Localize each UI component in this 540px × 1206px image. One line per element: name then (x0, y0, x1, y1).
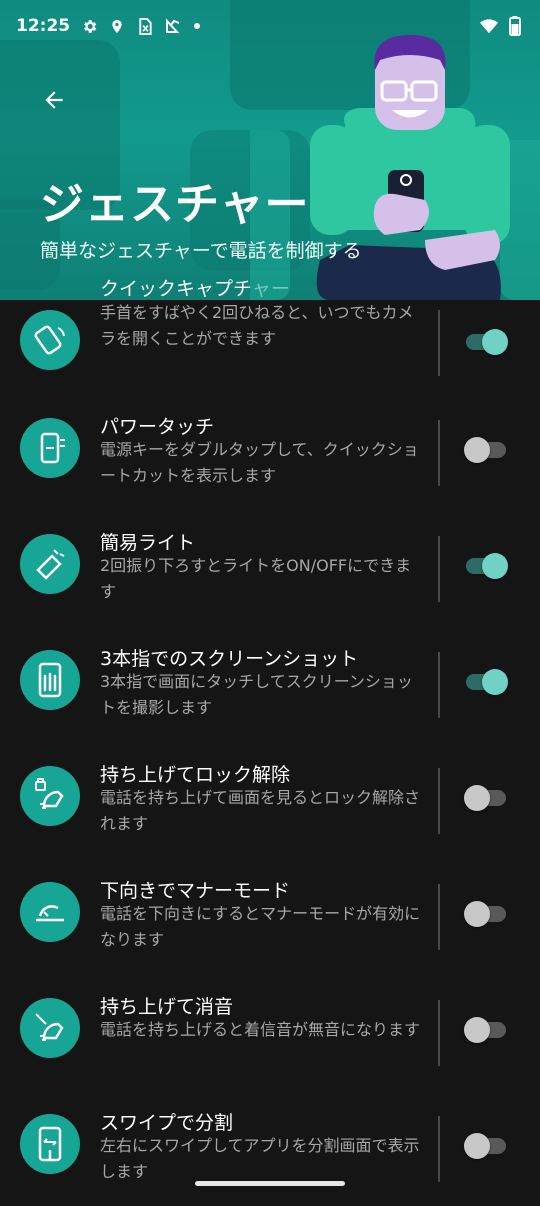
swipe-split-toggle[interactable] (464, 1133, 506, 1159)
gesture-desc: 電源キーをダブルタップして、クイックショートカットを表示します (100, 440, 419, 485)
toggle-knob (482, 553, 508, 579)
three-finger-toggle[interactable] (466, 669, 508, 695)
gesture-row-lift-unlock[interactable]: 持ち上げてロック解除 電話を持ち上げて画面を見るとロック解除されます (0, 742, 540, 858)
gesture-row-three-finger-screenshot[interactable]: 3本指でのスクリーンショット 3本指で画面にタッチしてスクリーンショットを撮影し… (0, 626, 540, 742)
sim-icon (136, 17, 154, 35)
check-card-icon (164, 17, 182, 35)
gesture-title: 持ち上げてロック解除 (100, 764, 291, 786)
gesture-row-power-touch[interactable]: パワータッチ 電源キーをダブルタップして、クイックショートカットを表示します (0, 394, 540, 510)
divider (438, 420, 440, 486)
divider (438, 768, 440, 834)
gesture-title: 持ち上げて消音 (100, 996, 234, 1018)
toggle-knob (464, 1133, 490, 1159)
flip-silence-icon (20, 882, 80, 942)
wifi-icon (480, 17, 498, 35)
dot-icon (194, 23, 201, 29)
lift-mute-icon (20, 998, 80, 1058)
gesture-desc: 2回振り下ろすとライトをON/OFFにできます (100, 556, 412, 601)
divider (438, 1000, 440, 1066)
power-touch-toggle[interactable] (464, 437, 506, 463)
gesture-title: 下向きでマナーモード (100, 880, 291, 902)
divider (438, 884, 440, 950)
lift-unlock-icon (20, 766, 80, 826)
flashlight-chop-icon (20, 534, 80, 594)
gesture-desc: 3本指で画面にタッチしてスクリーンショットを撮影します (100, 672, 413, 717)
gesture-row-swipe-split[interactable]: スワイプで分割 左右にスワイプしてアプリを分割画面で表示します (0, 1090, 540, 1206)
toggle-knob (482, 669, 508, 695)
gear-icon (80, 17, 98, 35)
arrow-back-icon (45, 91, 63, 109)
back-button[interactable] (30, 80, 78, 120)
gesture-desc: 電話を下向きにするとマナーモードが有効になります (100, 904, 421, 949)
gesture-desc: 手首をすばやく2回ひねると、いつでもカメラを開くことができます (100, 303, 414, 348)
flip-silence-toggle[interactable] (464, 901, 506, 927)
lift-unlock-toggle[interactable] (464, 785, 506, 811)
gesture-row-quick-light[interactable]: 簡易ライト 2回振り下ろすとライトをON/OFFにできます (0, 510, 540, 626)
gesture-row-flip-silence[interactable]: 下向きでマナーモード 電話を下向きにするとマナーモードが有効になります (0, 858, 540, 974)
divider (438, 652, 440, 718)
gesture-title: パワータッチ (100, 416, 215, 438)
toggle-knob (482, 329, 508, 355)
divider (438, 310, 440, 376)
wrist-twist-icon (20, 310, 80, 370)
quick-capture-toggle[interactable] (466, 329, 508, 355)
toggle-knob (464, 785, 490, 811)
lift-mute-toggle[interactable] (464, 1017, 506, 1043)
gesture-desc: 電話を持ち上げて画面を見るとロック解除されます (100, 788, 421, 833)
divider (438, 536, 440, 602)
quick-light-toggle[interactable] (466, 553, 508, 579)
gesture-desc: 電話を持ち上げると着信音が無音になります (100, 1020, 421, 1039)
toggle-knob (464, 437, 490, 463)
toggle-knob (464, 901, 490, 927)
three-finger-icon (20, 650, 80, 710)
gesture-title: 3本指でのスクリーンショット (100, 648, 359, 670)
status-time: 12:25 (16, 16, 71, 36)
swipe-split-icon (20, 1114, 80, 1174)
gesture-title: 簡易ライト (100, 532, 196, 554)
page-title: ジェスチャー (40, 179, 310, 230)
location-icon (108, 17, 126, 35)
gesture-row-lift-mute[interactable]: 持ち上げて消音 電話を持ち上げると着信音が無音になります (0, 974, 540, 1090)
home-indicator[interactable] (195, 1181, 345, 1186)
status-bar: 12:25 (0, 0, 540, 52)
toggle-knob (464, 1017, 490, 1043)
battery-icon (506, 16, 524, 36)
gesture-desc: 左右にスワイプしてアプリを分割画面で表示します (100, 1136, 420, 1181)
power-touch-icon (20, 418, 80, 478)
gesture-title: スワイプで分割 (100, 1112, 234, 1134)
divider (438, 1116, 440, 1182)
page-subtitle: 簡単なジェスチャーで電話を制御する (40, 240, 362, 262)
